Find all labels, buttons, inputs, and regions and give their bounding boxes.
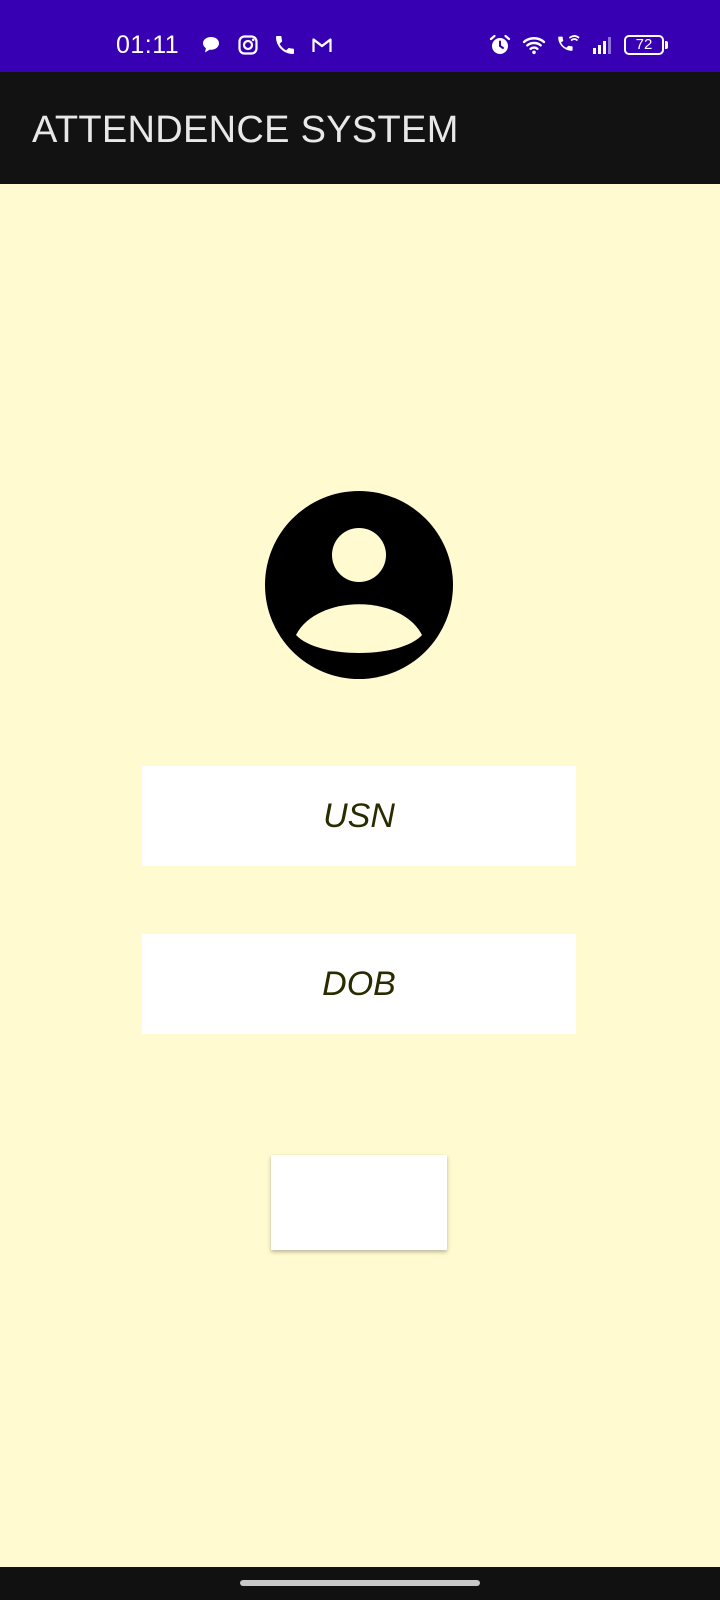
instagram-icon xyxy=(238,35,258,55)
dob-input[interactable] xyxy=(142,934,576,1034)
app-screen: 01:11 72 ATTENDENCE SYSTEM USN DOB xyxy=(0,0,720,1600)
battery-indicator: 72 xyxy=(624,35,668,55)
home-gesture-handle[interactable] xyxy=(240,1580,480,1586)
alarm-icon xyxy=(489,34,511,54)
notification-icons xyxy=(199,32,334,58)
app-title: ATTENDENCE SYSTEM xyxy=(32,109,459,151)
battery-level: 72 xyxy=(635,36,653,53)
account-circle-icon xyxy=(265,491,453,679)
system-icons: 72 xyxy=(488,32,668,58)
usn-input[interactable] xyxy=(142,766,576,866)
gmail-icon xyxy=(312,38,332,52)
app-bar: ATTENDENCE SYSTEM xyxy=(0,72,720,184)
wifi-icon xyxy=(522,37,546,55)
navigation-bar xyxy=(0,1567,720,1600)
signal-icon xyxy=(593,37,611,54)
wifi-calling-icon xyxy=(558,35,580,51)
status-bar: 01:11 72 xyxy=(0,0,720,72)
battery-tip xyxy=(665,41,668,49)
submit-button[interactable] xyxy=(271,1155,447,1250)
status-time: 01:11 xyxy=(116,31,180,59)
battery-icon: 72 xyxy=(624,35,664,55)
phone-icon xyxy=(276,36,294,54)
chat-bubble-icon xyxy=(203,37,219,53)
